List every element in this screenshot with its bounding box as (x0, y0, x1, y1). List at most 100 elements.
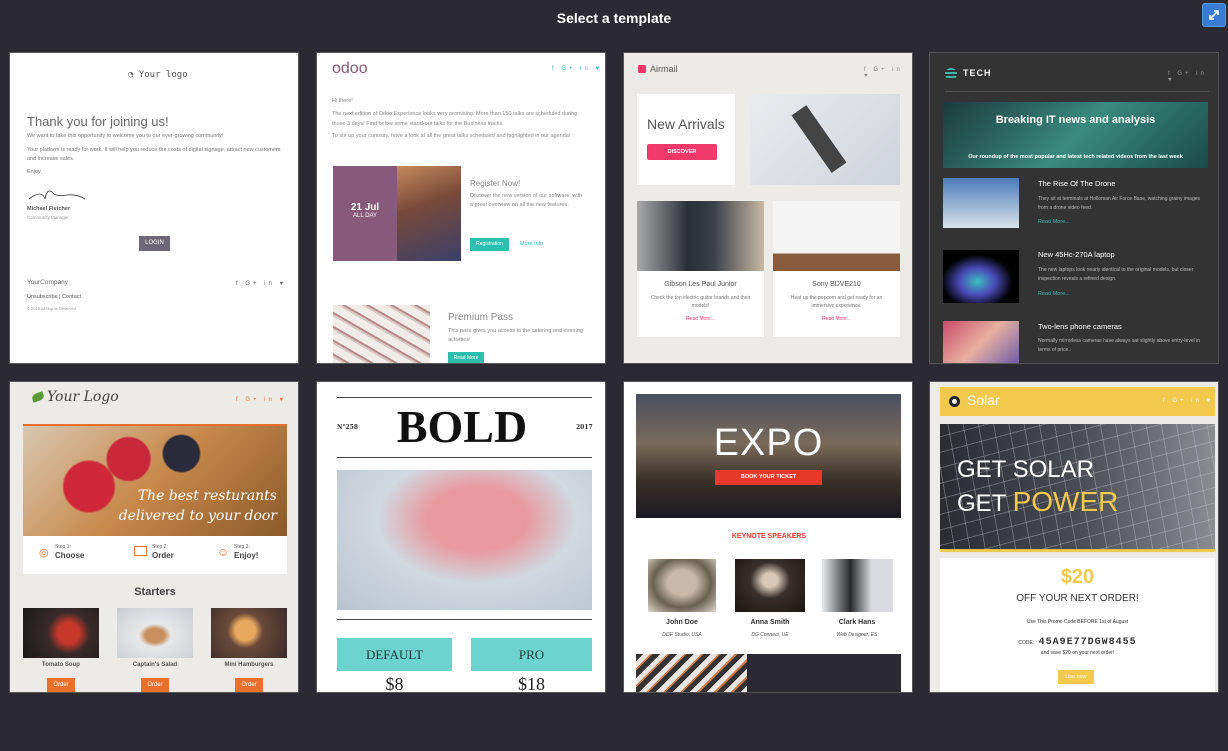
hero-box: New Arrivals DISCOVER (637, 94, 735, 185)
expo-title: EXPO (713, 422, 824, 464)
social-icons: f G+ in ♥ (552, 66, 603, 72)
compass-icon: ◎ (39, 547, 49, 559)
copyright: © 2018 All Rights Reserved (27, 306, 76, 311)
plan-default[interactable]: DEFAULT (337, 638, 452, 671)
paragraph: Your platform is ready for work. It will… (27, 147, 281, 162)
steps-bar: ◎ Step 1: Choose Step 2: Order ☺ Step 3:… (23, 536, 287, 574)
signature-icon (28, 190, 86, 200)
promo-box: $20 OFF YOUR NEXT ORDER! Use This Promo … (940, 558, 1215, 692)
read-more-link[interactable]: Read More... (1038, 219, 1070, 225)
event-title: Register Now! (470, 179, 521, 188)
social-icons: f G+ in ♥ (1168, 71, 1207, 83)
expo-hero: EXPO BOOK YOUR TICKET (636, 394, 901, 518)
headshell-photo (750, 94, 900, 185)
price: $8 (385, 674, 404, 693)
logo: ◔ Your logo (128, 70, 188, 80)
airmail-logo-icon (638, 65, 646, 73)
airmail-logo: Airmail (650, 64, 678, 74)
drone-photo (943, 178, 1019, 228)
card-icon (134, 546, 147, 556)
magazine-title: BOLD (396, 401, 528, 452)
greeting: Hi there! (332, 98, 353, 104)
stairs-photo (636, 654, 747, 692)
tech-logo-icon (945, 68, 957, 80)
pass-text: This pass gives you access to the cateri… (448, 328, 583, 343)
divider (337, 397, 592, 398)
plan-pro[interactable]: PRO (471, 638, 592, 671)
template-card-odoo[interactable]: odoo f G+ in ♥ Hi there! The next editio… (316, 52, 606, 364)
product-card: Sony BDVE210 Heat up the popcorn and get… (773, 201, 900, 337)
paragraph: The next edition of Odoo Experience look… (332, 111, 578, 127)
sun-logo-icon (949, 396, 960, 407)
expand-arrows-icon (1209, 10, 1219, 20)
read-more-link[interactable]: Read More... (637, 316, 764, 322)
page-title: Select a template (556, 10, 672, 26)
banner: Breaking IT news and analysis Our roundu… (943, 102, 1208, 168)
logo-icon: ◔ (128, 70, 134, 80)
registration-button[interactable]: Registration (470, 238, 509, 251)
pass-photo (333, 305, 430, 363)
smiley-icon: ☺ (217, 545, 230, 559)
guitar-photo (637, 201, 764, 271)
solar-logo: Solar (967, 392, 1000, 408)
more-info-link[interactable]: More Info (520, 241, 543, 247)
company-name: YourCompany (27, 279, 68, 286)
solar-hero: GET SOLAR GET POWER (940, 424, 1215, 549)
tomato-soup-photo (23, 608, 99, 658)
heading: Thank you for joining us! (27, 114, 169, 129)
waffle-hero: The best resturants delivered to your do… (23, 424, 287, 536)
section-title: KEYNOTE SPEAKERS (731, 533, 807, 540)
template-card-solar[interactable]: Solar f G+ in ♥ GET SOLAR GET POWER $20 … (929, 381, 1219, 693)
promo-code: 45A9E77DGW8455 (1038, 637, 1137, 648)
use-now-button[interactable]: Use now (1058, 670, 1094, 684)
tv-photo (773, 201, 900, 271)
social-icons: f G+ in ♥ (864, 67, 903, 79)
social-icons: f G+ in ♥ (1163, 398, 1214, 404)
leaf-logo-icon (30, 391, 46, 403)
pass-title: Premium Pass (448, 312, 514, 323)
solar-header: Solar f G+ in ♥ (940, 387, 1215, 416)
paragraph: To stir up your curiosity, have a look a… (332, 133, 571, 139)
divider (337, 619, 592, 620)
conference-photo (397, 166, 461, 261)
discover-button[interactable]: DISCOVER (647, 144, 717, 160)
template-card-tech[interactable]: TECH f G+ in ♥ Breaking IT news and anal… (929, 52, 1219, 364)
login-button[interactable]: LOGIN (139, 236, 170, 251)
product-card: Gibson Les Paul Junior Check the top ele… (637, 201, 764, 337)
read-more-link[interactable]: Read More... (1038, 291, 1070, 297)
speaker-photo (735, 559, 805, 612)
expand-button[interactable] (1202, 3, 1226, 27)
social-icons: f G+ in ♥ (236, 397, 287, 403)
social-icons: f G+ in ♥ (236, 281, 287, 287)
divider (945, 91, 1209, 92)
discount-amount: $20 (1060, 566, 1095, 588)
signer-role: Community Manager (27, 215, 69, 220)
order-button[interactable]: Order (235, 678, 263, 692)
issue-year: 2017 (576, 424, 593, 431)
template-card-expo[interactable]: EXPO BOOK YOUR TICKET KEYNOTE SPEAKERS J… (623, 381, 913, 693)
template-card-restaurant[interactable]: Your Logo f G+ in ♥ The best resturants … (9, 381, 299, 693)
unsubscribe-link[interactable]: Unsubscribe (27, 294, 58, 300)
closing: Enjoy, (27, 169, 42, 175)
read-more-button[interactable]: Read More (448, 352, 484, 363)
read-more-link[interactable]: Read More... (773, 316, 900, 322)
speaker-photo (648, 559, 716, 612)
contact-link[interactable]: Contact (62, 294, 81, 300)
template-card-welcome[interactable]: ◔ Your logo Thank you for joining us! We… (9, 52, 299, 364)
signer-name: Michael Fletcher (27, 206, 71, 212)
hamburgers-photo (211, 608, 287, 658)
restaurant-logo: Your Logo (47, 389, 119, 405)
template-card-bold[interactable]: N°258 BOLD 2017 DEFAULT PRO $8 $18 (316, 381, 606, 693)
price: $18 (518, 674, 545, 693)
order-button[interactable]: Order (141, 678, 169, 692)
order-button[interactable]: Order (47, 678, 75, 692)
dark-block (747, 654, 901, 692)
speaker-photo (822, 559, 893, 612)
template-card-airmail[interactable]: Airmail f G+ in ♥ New Arrivals DISCOVER … (623, 52, 913, 364)
book-ticket-button[interactable]: BOOK YOUR TICKET (715, 470, 822, 485)
headline: New Arrivals (647, 116, 725, 132)
laptop-photo (943, 250, 1019, 303)
event-text: Discover the new version of our software… (470, 193, 583, 208)
accent-line (940, 549, 1215, 552)
paragraph: We want to take this opportunity to welc… (27, 133, 224, 139)
